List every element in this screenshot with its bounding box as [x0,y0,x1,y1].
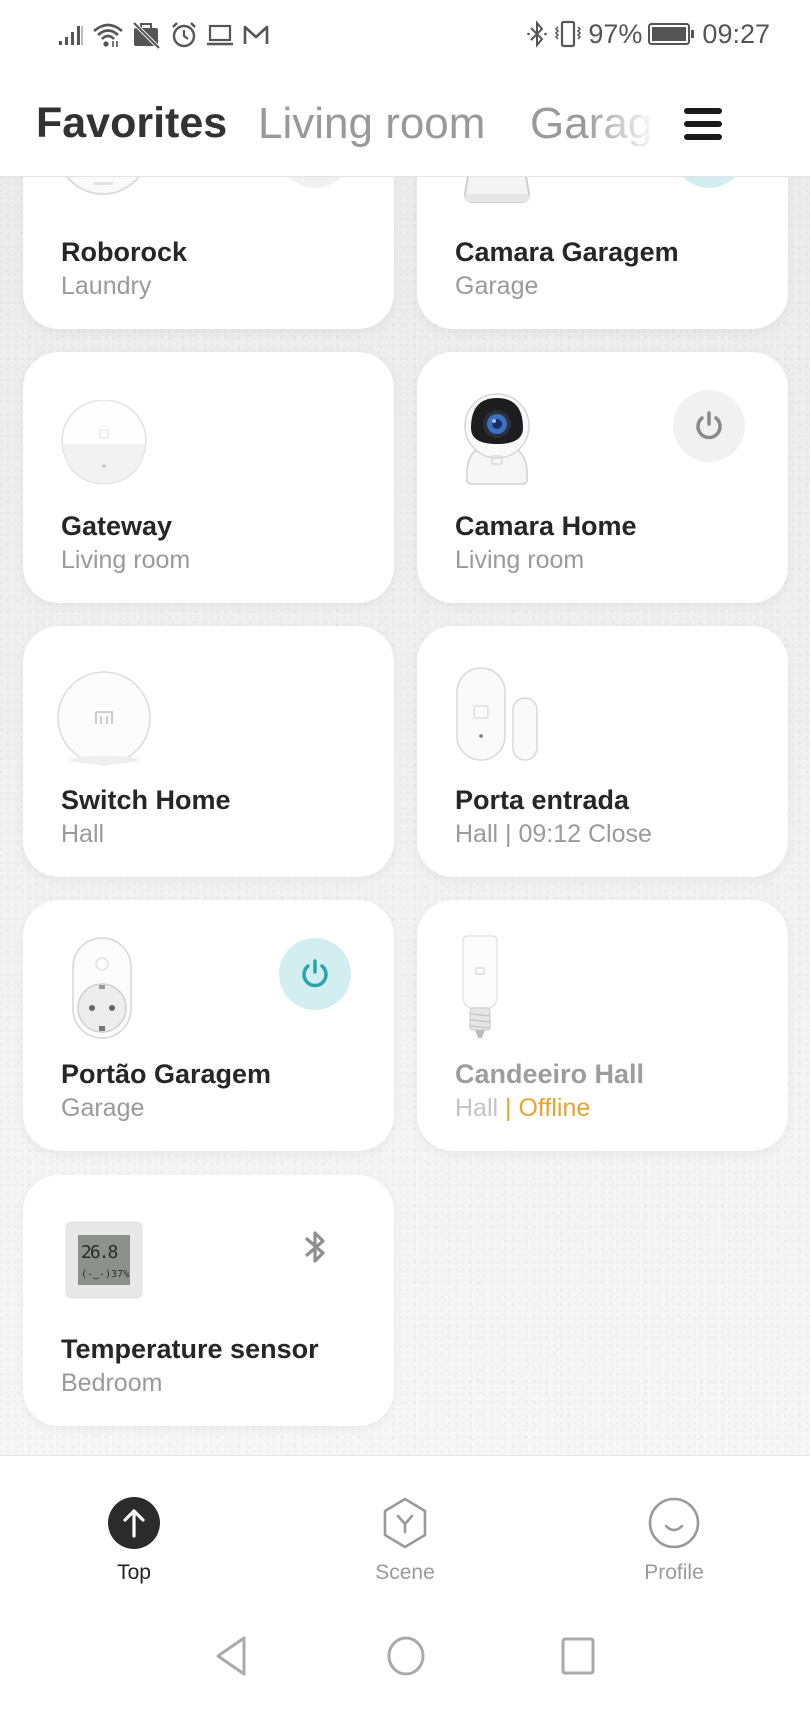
home-button[interactable] [386,1635,426,1682]
status-icons-right: 97% 09:27 [526,18,770,50]
hamburger-menu-icon [684,108,722,114]
device-status: | 09:12 Close [505,820,652,848]
laptop-icon [207,24,233,46]
room-label: Garage [455,272,539,300]
device-card-switch-home[interactable]: Switch Home Hall [23,626,394,877]
camera-pantilt-image [459,388,535,488]
thermo-humidity-readout: (-‿-)37% [81,1269,129,1280]
device-name: Camara Garagem [455,237,679,267]
thermo-hygrometer-image: 26.8 (-‿-)37% [65,1221,143,1299]
device-card-gateway[interactable]: Gateway Living room [23,352,394,603]
gmail-icon [243,25,269,44]
device-room: Garage [455,272,538,301]
system-nav-bar [0,1595,810,1710]
no-work-profile-icon [132,21,161,49]
tab-garage[interactable]: Garag [530,102,650,146]
bluetooth-icon [527,20,548,48]
room-label: Bedroom [61,1369,163,1397]
power-icon [302,959,328,988]
nav-top-label: Top [117,1561,151,1584]
power-icon [696,411,722,440]
nav-top[interactable]: Top [64,1496,204,1585]
device-name: Temperature sensor [61,1334,319,1364]
wifi-icon [93,23,123,47]
wireless-switch-image [55,668,153,766]
nav-profile[interactable]: Profile [604,1496,744,1585]
room-label: Hall [455,820,499,848]
room-label: Living room [61,546,191,574]
device-name: Roborock [61,237,188,267]
alarm-icon [172,22,196,48]
device-name: Porta entrada [455,785,630,815]
status-bar: 97% 09:27 [0,0,810,70]
room-tabs-header: Favorites Living room Garag [0,70,810,177]
recents-icon [561,1637,595,1675]
recents-button[interactable] [560,1635,596,1682]
device-card-porta-entrada[interactable]: Porta entrada Hall | 09:12 Close [417,626,788,877]
device-room: Hall | 09:12 Close [455,820,652,849]
device-name: Camara Home [455,511,637,541]
vibrate-icon [555,20,582,48]
home-icon [387,1636,425,1676]
device-card-camara-home[interactable]: Camara Home Living room [417,352,788,603]
hamburger-menu-icon-bar [684,121,722,127]
room-label: Living room [455,546,585,574]
thermo-temp-readout: 26.8 [81,1242,118,1263]
bottom-nav: Top Scene Profile [0,1455,810,1595]
back-icon [216,1636,246,1676]
battery-percent: 97% [588,18,643,49]
hamburger-menu-button[interactable] [680,106,726,142]
device-room: Hall | Offline [455,1094,590,1123]
smart-bulb-image [455,934,505,1042]
back-button[interactable] [214,1635,250,1682]
profile-smile-icon [648,1497,700,1549]
arrow-up-circle-icon [108,1497,160,1549]
device-card-candeeiro-hall[interactable]: Candeeiro Hall Hall | Offline [417,900,788,1151]
room-label: Hall [455,1094,499,1122]
nav-scene[interactable]: Scene [335,1496,475,1585]
battery-icon [648,23,695,45]
smart-plug-image [71,936,135,1040]
device-room: Living room [455,546,584,575]
power-button[interactable] [279,938,351,1010]
device-card-portao-garagem[interactable]: Portão Garagem Garage [23,900,394,1151]
device-name: Gateway [61,511,173,541]
bluetooth-icon [293,1225,337,1269]
device-room: Bedroom [61,1369,162,1398]
room-label: Garage [61,1094,145,1122]
room-label: Laundry [61,272,152,300]
device-name: Switch Home [61,785,231,815]
gateway-image [59,399,149,486]
nav-scene-label: Scene [375,1561,435,1584]
nav-profile-label: Profile [644,1561,704,1584]
clock: 09:27 [702,18,770,49]
tab-living-room[interactable]: Living room [258,102,485,146]
device-room: Hall [61,820,104,849]
offline-status: | Offline [505,1094,591,1122]
device-room: Garage [61,1094,144,1123]
door-sensor-image [455,666,545,766]
device-room: Laundry [61,272,151,301]
status-icons-left [58,20,270,50]
tab-favorites[interactable]: Favorites [36,102,227,145]
device-name: Candeeiro Hall [455,1059,645,1089]
signal-icon [59,26,83,45]
device-card-temperature-sensor[interactable]: 26.8 (-‿-)37% Temperature sensor Bedroom [23,1175,394,1426]
power-button[interactable] [673,390,745,462]
device-room: Living room [61,546,190,575]
room-label: Hall [61,820,105,848]
device-grid[interactable]: Roborock Laundry Camara Garagem Garage G… [0,0,810,1455]
device-name: Portão Garagem [61,1059,272,1089]
hamburger-menu-icon-bar [684,134,722,140]
scene-hexagon-icon [383,1497,427,1549]
